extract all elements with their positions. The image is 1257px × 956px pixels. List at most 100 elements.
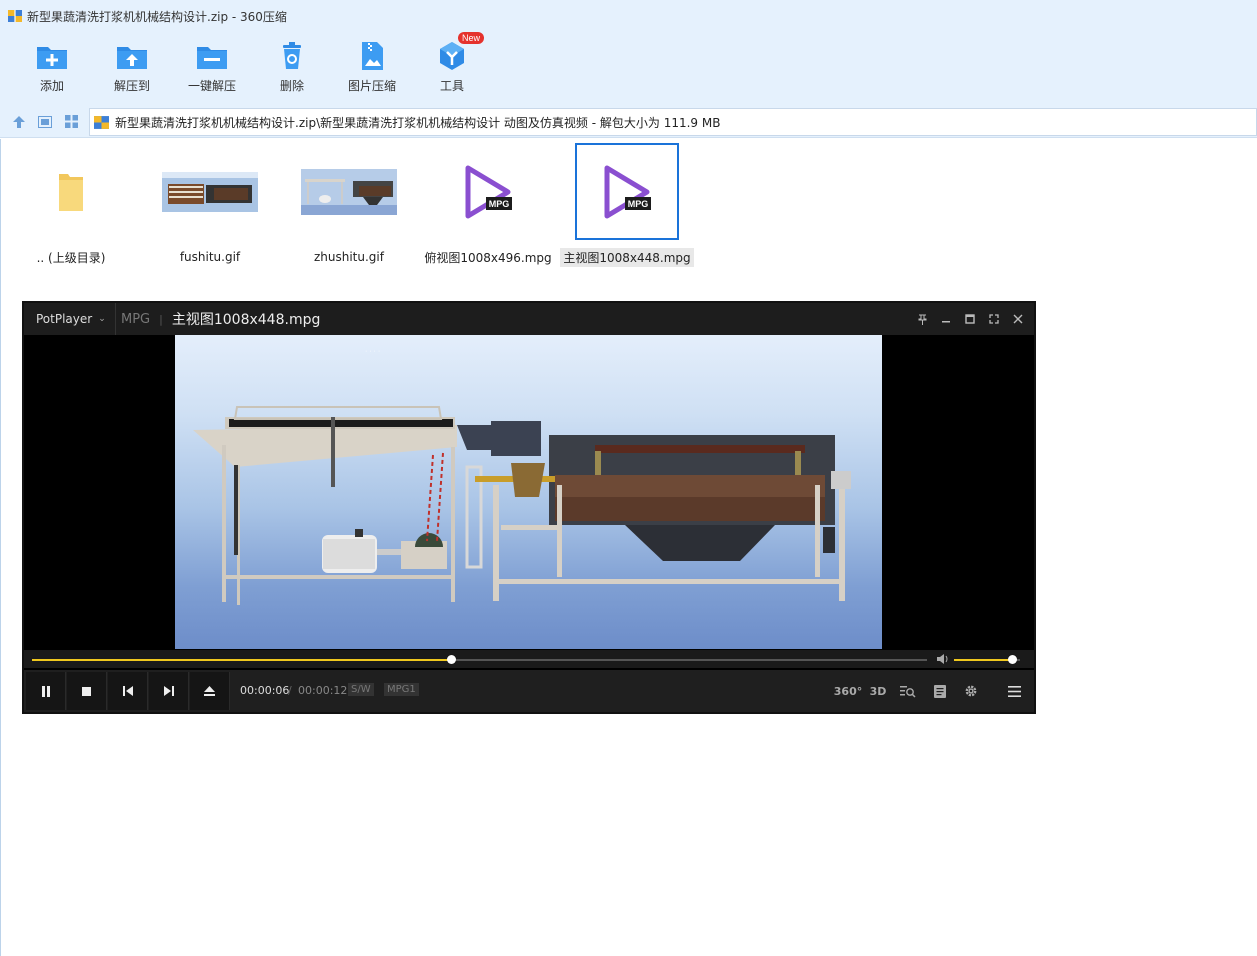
image-compress-label: 图片压缩	[347, 79, 396, 93]
gif-thumbnail	[162, 172, 258, 212]
minimize-icon[interactable]	[934, 303, 958, 335]
hamburger-menu-icon	[1007, 685, 1021, 697]
video-file-icon: MPG	[465, 165, 512, 218]
delete-icon	[283, 42, 301, 69]
arrow-up-icon	[13, 115, 25, 128]
file-item-fushitu[interactable]: fushitu.gif	[140, 143, 280, 267]
title-separator: |	[159, 312, 163, 326]
player-controls: 00:00:06 / 00:00:12 S/W MPG1 360° 3D	[24, 670, 1034, 712]
file-name: .. (上级目录)	[36, 251, 106, 265]
skip-previous-icon	[122, 686, 133, 696]
stop-button[interactable]	[67, 672, 107, 710]
tools-label: 工具	[439, 79, 464, 93]
pause-icon	[41, 685, 50, 697]
seek-bar-area	[24, 650, 1034, 668]
svg-text:· · · ·: · · · ·	[365, 348, 380, 355]
list-view-icon	[38, 115, 52, 128]
potplayer-menu-button[interactable]: PotPlayer ⌄	[24, 303, 116, 335]
seek-progress	[32, 659, 451, 661]
mpg-badge: MPG	[489, 199, 510, 209]
extract-to-button[interactable]: 解压到	[92, 32, 172, 106]
up-level-button[interactable]	[6, 106, 32, 138]
machine-animation-frame: · · · ·	[193, 348, 851, 605]
one-click-extract-label: 一键解压	[187, 79, 236, 93]
delete-button[interactable]: 删除	[252, 32, 332, 106]
sw-decoder-tag[interactable]: S/W	[348, 683, 374, 696]
file-item-front-view-mpg[interactable]: MPG 主视图1008x448.mpg	[557, 143, 697, 267]
menu-button[interactable]	[1001, 679, 1027, 703]
previous-button[interactable]	[108, 672, 148, 710]
close-icon[interactable]	[1006, 303, 1030, 335]
maximize-icon[interactable]	[958, 303, 982, 335]
path-field[interactable]: 新型果蔬清洗打浆机机械结构设计.zip\新型果蔬清洗打浆机机械结构设计 动图及仿…	[89, 108, 1257, 136]
main-toolbar: 添加 解压到 一键解压 删除 图片压缩 New 工具	[0, 32, 1257, 106]
zip-archive-icon	[94, 115, 109, 129]
image-compress-button[interactable]: 图片压缩	[332, 32, 412, 106]
total-time: 00:00:12	[298, 684, 348, 697]
3d-button[interactable]: 3D	[865, 679, 891, 703]
next-button[interactable]	[149, 672, 189, 710]
tools-button[interactable]: New 工具	[412, 32, 492, 106]
thumbnail-view-button[interactable]	[58, 106, 84, 138]
thumb	[158, 143, 262, 241]
file-item-zhushitu[interactable]: zhushitu.gif	[279, 143, 419, 267]
path-text: 新型果蔬清洗打浆机机械结构设计.zip\新型果蔬清洗打浆机机械结构设计 动图及仿…	[115, 115, 721, 130]
gif-thumbnail	[301, 169, 397, 215]
brand-label: PotPlayer	[36, 312, 93, 326]
extract-to-label: 解压到	[113, 79, 150, 93]
gear-icon	[965, 685, 977, 697]
player-window-controls	[910, 303, 1030, 335]
playlist-search-button[interactable]	[895, 679, 921, 703]
stop-icon	[82, 686, 91, 696]
details-view-button[interactable]	[32, 106, 58, 138]
title-bar: 新型果蔬清洗打浆机机械结构设计.zip - 360压缩	[0, 0, 1257, 32]
address-bar: 新型果蔬清洗打浆机机械结构设计.zip\新型果蔬清洗打浆机机械结构设计 动图及仿…	[0, 106, 1257, 138]
subtitle-button[interactable]	[927, 679, 953, 703]
volume-slider[interactable]	[954, 655, 1020, 664]
video-file-icon: MPG	[604, 165, 651, 218]
seek-bar[interactable]	[32, 655, 927, 664]
open-file-button[interactable]	[190, 672, 230, 710]
file-name: 俯视图1008x496.mpg	[424, 251, 552, 265]
volume-level	[954, 659, 1013, 661]
video-frame[interactable]: · · · ·	[175, 335, 882, 649]
new-badge: New	[458, 32, 485, 44]
file-name: 主视图1008x448.mpg	[560, 248, 694, 267]
vr-360-button[interactable]: 360°	[833, 679, 863, 703]
volume-icon[interactable]	[936, 653, 950, 665]
add-label: 添加	[39, 79, 64, 93]
vr-360-label: 360°	[833, 684, 863, 698]
window-title: 新型果蔬清洗打浆机机械结构设计.zip - 360压缩	[27, 9, 287, 24]
one-click-extract-icon	[197, 47, 227, 69]
current-time: 00:00:06	[240, 684, 290, 697]
format-label: MPG	[121, 311, 151, 327]
add-button[interactable]: 添加	[12, 32, 92, 106]
potplayer-window: PotPlayer ⌄ MPG | 主视图1008x448.mpg · · · …	[22, 301, 1036, 714]
player-file-name: 主视图1008x448.mpg	[171, 312, 321, 328]
image-compress-icon	[362, 42, 383, 70]
one-click-extract-button[interactable]: 一键解压	[172, 32, 252, 106]
player-title-bar: PotPlayer ⌄ MPG | 主视图1008x448.mpg	[24, 303, 1034, 335]
codec-tag[interactable]: MPG1	[384, 683, 419, 696]
seek-handle[interactable]	[446, 655, 456, 664]
pause-button[interactable]	[26, 672, 66, 710]
volume-handle[interactable]	[1008, 655, 1018, 664]
extract-to-icon	[117, 47, 147, 69]
fullscreen-icon[interactable]	[982, 303, 1006, 335]
delete-label: 删除	[279, 79, 304, 93]
time-separator: /	[288, 684, 292, 697]
thumb	[19, 143, 123, 240]
file-name: zhushitu.gif	[313, 250, 384, 264]
file-name: fushitu.gif	[179, 250, 241, 264]
file-item-top-view-mpg[interactable]: MPG 俯视图1008x496.mpg	[418, 143, 558, 267]
document-icon	[934, 684, 946, 698]
folder-icon	[59, 173, 83, 211]
skip-next-icon	[163, 686, 174, 696]
settings-button[interactable]	[958, 679, 984, 703]
file-item-parent-folder[interactable]: .. (上级目录)	[1, 143, 141, 267]
pin-icon[interactable]	[910, 303, 934, 335]
3d-label: 3D	[869, 684, 887, 698]
thumb: MPG	[436, 143, 540, 240]
zip-archive-icon	[8, 10, 22, 22]
chevron-down-icon: ⌄	[98, 314, 106, 324]
